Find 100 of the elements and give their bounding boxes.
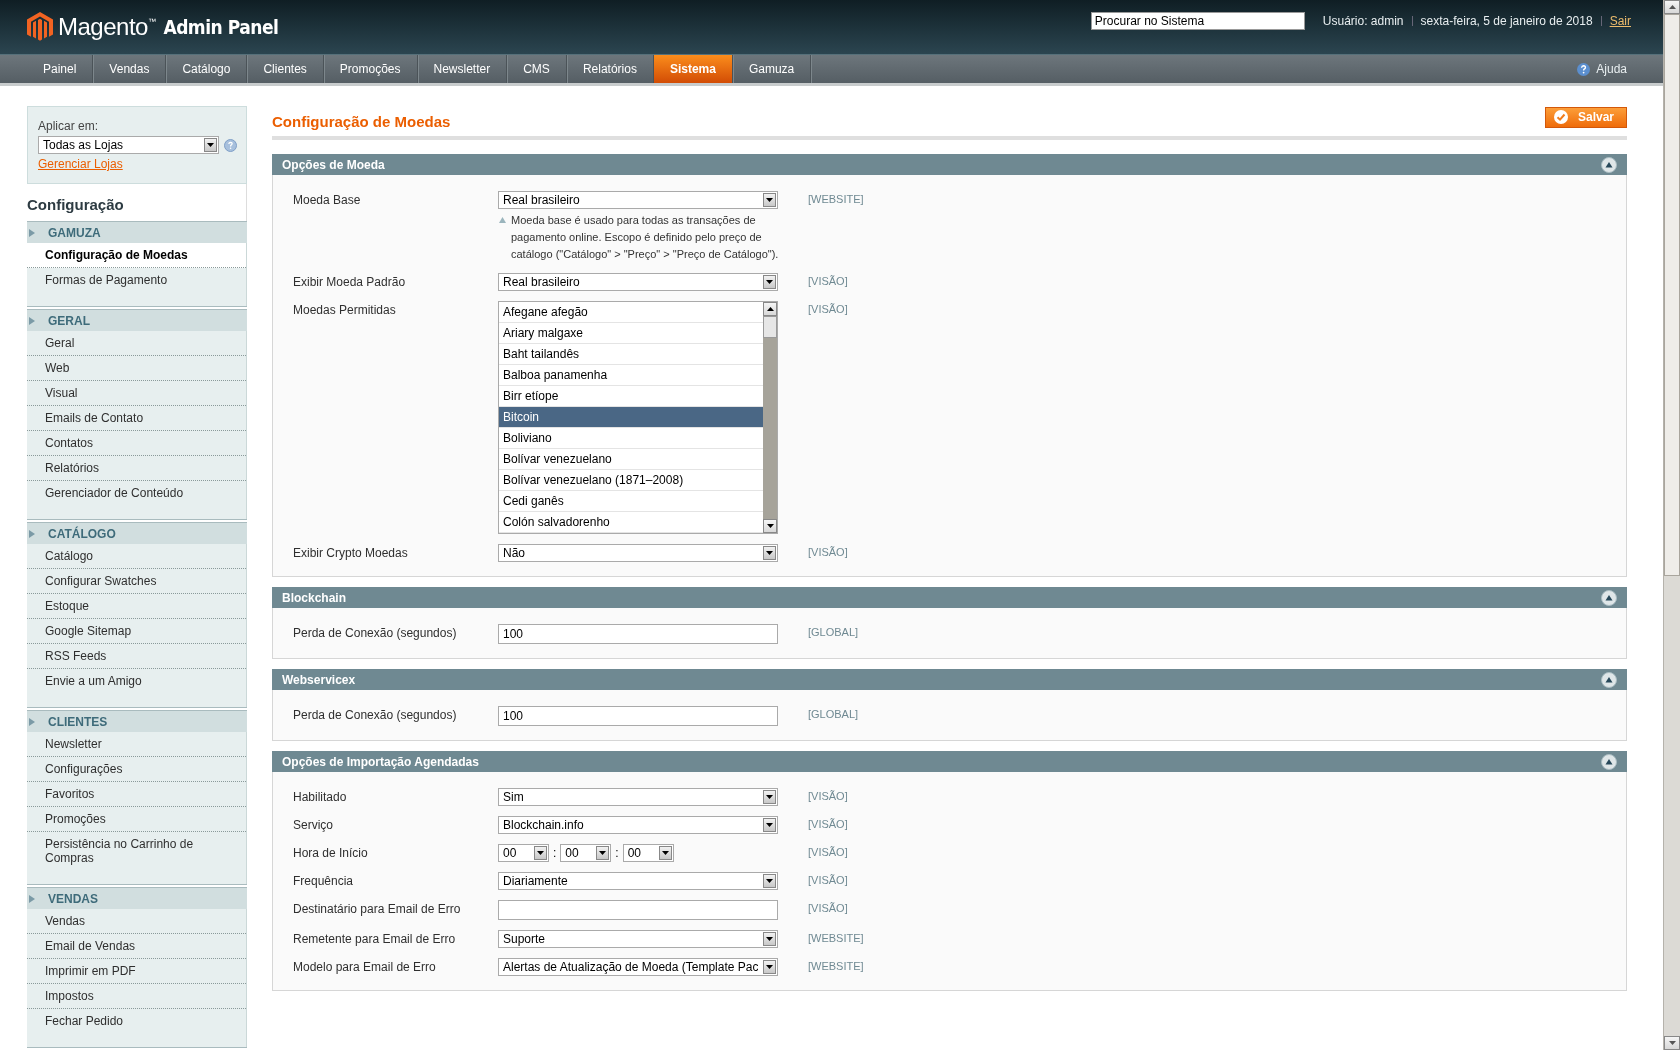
user-label: Usuário: admin bbox=[1322, 13, 1404, 28]
page-scrollbar[interactable] bbox=[1663, 0, 1680, 1050]
sidebar-item[interactable]: Fechar Pedido bbox=[27, 1009, 246, 1033]
list-option[interactable]: Baht tailandês bbox=[499, 344, 763, 365]
scope-label: [VISÃO] bbox=[808, 545, 848, 558]
help-link[interactable]: Ajuda bbox=[1577, 55, 1627, 83]
time-dropdown[interactable]: 00 bbox=[560, 844, 612, 862]
section-header[interactable]: Webservicex bbox=[272, 669, 1627, 690]
caret-icon bbox=[766, 198, 773, 202]
dropdown[interactable]: Real brasileiro bbox=[498, 273, 778, 291]
sidebar-item[interactable]: RSS Feeds bbox=[27, 644, 246, 669]
field-label: Hora de Início bbox=[293, 845, 369, 860]
dropdown[interactable]: Não bbox=[498, 544, 778, 562]
nav-tab[interactable]: Newsletter bbox=[417, 55, 508, 83]
caret-icon bbox=[207, 143, 214, 147]
scrollbar[interactable] bbox=[763, 302, 777, 533]
sidebar-item[interactable]: Envie a um Amigo bbox=[27, 669, 246, 693]
sidebar-section-header[interactable]: CLIENTES bbox=[27, 710, 247, 732]
dropdown[interactable]: Real brasileiro bbox=[498, 191, 778, 209]
sidebar-item[interactable]: Persistência no Carrinho de Compras bbox=[27, 832, 246, 870]
sidebar-item[interactable]: Catálogo bbox=[27, 544, 246, 569]
collapse-icon[interactable] bbox=[1601, 754, 1617, 770]
collapse-icon[interactable] bbox=[1601, 590, 1617, 606]
triangle-icon bbox=[29, 717, 35, 726]
list-option[interactable]: Ariary malgaxe bbox=[499, 323, 763, 344]
collapse-icon[interactable] bbox=[1601, 672, 1617, 688]
nav-tab[interactable]: Catálogo bbox=[166, 55, 248, 83]
list-option[interactable]: Boliviano bbox=[499, 428, 763, 449]
dropdown[interactable]: Suporte bbox=[498, 930, 778, 948]
time-dropdown[interactable]: 00 bbox=[622, 844, 674, 862]
search-field[interactable]: Procurar no Sistema bbox=[1090, 11, 1305, 30]
help-icon[interactable] bbox=[1577, 62, 1591, 76]
sidebar-section-header[interactable]: VENDAS bbox=[27, 887, 247, 909]
time-dropdown[interactable]: 00 bbox=[498, 844, 549, 862]
sidebar-item[interactable]: Impostos bbox=[27, 984, 246, 1009]
sidebar-item[interactable]: Contatos bbox=[27, 431, 246, 456]
sidebar-item[interactable]: Newsletter bbox=[27, 732, 246, 757]
sidebar-item[interactable]: Vendas bbox=[27, 909, 246, 934]
sidebar-item[interactable]: Configurar Swatches bbox=[27, 569, 246, 594]
nav-tab[interactable]: Vendas bbox=[93, 55, 167, 83]
sidebar-section-header[interactable]: GERAL bbox=[27, 309, 247, 331]
time-separator: : bbox=[615, 846, 619, 860]
nav-tab[interactable]: Relatórios bbox=[566, 55, 654, 83]
nav-tab[interactable]: Gamuza bbox=[732, 55, 812, 83]
sidebar-item[interactable]: Geral bbox=[27, 331, 246, 356]
list-option[interactable]: Afegane afegão bbox=[499, 302, 763, 323]
sidebar-item[interactable]: Favoritos bbox=[27, 782, 246, 807]
store-select[interactable]: Todas as Lojas bbox=[38, 136, 219, 154]
down-arrow-icon bbox=[766, 524, 774, 528]
input-field[interactable]: 100 bbox=[498, 624, 778, 644]
scope-label: [VISÃO] bbox=[808, 302, 848, 315]
caret-icon bbox=[537, 851, 544, 855]
dropdown[interactable]: Alertas de Atualização de Moeda (Template Pac bbox=[498, 958, 778, 976]
input-field[interactable] bbox=[498, 900, 778, 920]
sidebar-item[interactable]: Configurações bbox=[27, 757, 246, 782]
sidebar-section-header[interactable]: GAMUZA bbox=[27, 221, 247, 243]
section-header[interactable]: Opções de Moeda bbox=[272, 154, 1627, 175]
list-option[interactable]: Bitcoin bbox=[499, 407, 763, 428]
list-option[interactable]: Balboa panamenha bbox=[499, 365, 763, 386]
sidebar-item[interactable]: Formas de Pagamento bbox=[27, 268, 246, 292]
nav-tab[interactable]: Promoções bbox=[323, 55, 418, 83]
sidebar-item[interactable]: Relatórios bbox=[27, 456, 246, 481]
dropdown[interactable]: Blockchain.info bbox=[498, 816, 778, 834]
scope-label: [WEBSITE] bbox=[808, 959, 864, 972]
field-label: Moedas Permitidas bbox=[293, 302, 397, 317]
sidebar-item[interactable]: Gerenciador de Conteúdo bbox=[27, 481, 246, 505]
currency-listbox[interactable]: Afegane afegão Ariary malgaxe Baht tailandês Balboa panamenha Birr etíope Bitcoin Boliviano Bolívar venezuelano Bolívar venezuelano (1871–2008) Cedi ganês Colón salvadorenho bbox=[498, 301, 778, 534]
input-field[interactable]: 100 bbox=[498, 706, 778, 726]
scrollbar-thumb[interactable] bbox=[1664, 14, 1680, 576]
sidebar-item[interactable]: Configuração de Moedas bbox=[27, 243, 246, 268]
scope-label: [VISÃO] bbox=[808, 873, 848, 886]
list-option[interactable]: Bolívar venezuelano (1871–2008) bbox=[499, 470, 763, 491]
nav-tab[interactable]: CMS bbox=[507, 55, 567, 83]
sidebar-item[interactable]: Google Sitemap bbox=[27, 619, 246, 644]
section-header[interactable]: Blockchain bbox=[272, 587, 1627, 608]
list-option[interactable]: Cedi ganês bbox=[499, 491, 763, 512]
field-label: Perda de Conexão (segundos) bbox=[293, 625, 458, 640]
section-header[interactable]: Opções de Importação Agendadas bbox=[272, 751, 1627, 772]
sidebar-item[interactable]: Imprimir em PDF bbox=[27, 959, 246, 984]
help-icon[interactable] bbox=[224, 138, 237, 152]
list-option[interactable]: Colón salvadorenho bbox=[499, 512, 763, 533]
sidebar-item[interactable]: Promoções bbox=[27, 807, 246, 832]
nav-tab[interactable]: Painel bbox=[27, 55, 94, 83]
dropdown[interactable]: Diariamente bbox=[498, 872, 778, 890]
dropdown[interactable]: Sim bbox=[498, 788, 778, 806]
field-label: Serviço bbox=[293, 817, 334, 832]
sidebar-item[interactable]: Email de Vendas bbox=[27, 934, 246, 959]
triangle-icon bbox=[499, 217, 506, 223]
sidebar-item[interactable]: Visual bbox=[27, 381, 246, 406]
collapse-icon[interactable] bbox=[1601, 157, 1617, 173]
caret-icon bbox=[766, 937, 773, 941]
list-option[interactable]: Bolívar venezuelano bbox=[499, 449, 763, 470]
sidebar-item[interactable]: Estoque bbox=[27, 594, 246, 619]
sidebar-title: Configuração bbox=[27, 184, 247, 221]
nav-tab[interactable]: Clientes bbox=[247, 55, 324, 83]
logout-link[interactable]: Sair bbox=[1609, 13, 1631, 28]
sidebar-section-header[interactable]: CATÁLOGO bbox=[27, 522, 247, 544]
sidebar-item[interactable]: Web bbox=[27, 356, 246, 381]
sidebar-item[interactable]: Emails de Contato bbox=[27, 406, 246, 431]
scrollbar-thumb[interactable] bbox=[763, 316, 777, 338]
